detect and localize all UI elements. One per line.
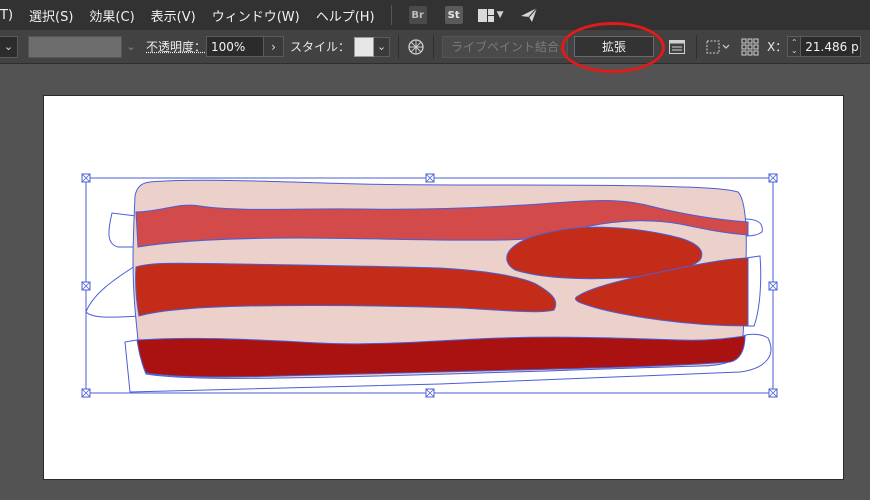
meat-stripe-dark [136,335,746,378]
stroke-outline-path [108,212,137,248]
stroke-outline-path [85,264,141,318]
bacon-artwork[interactable] [0,0,870,500]
